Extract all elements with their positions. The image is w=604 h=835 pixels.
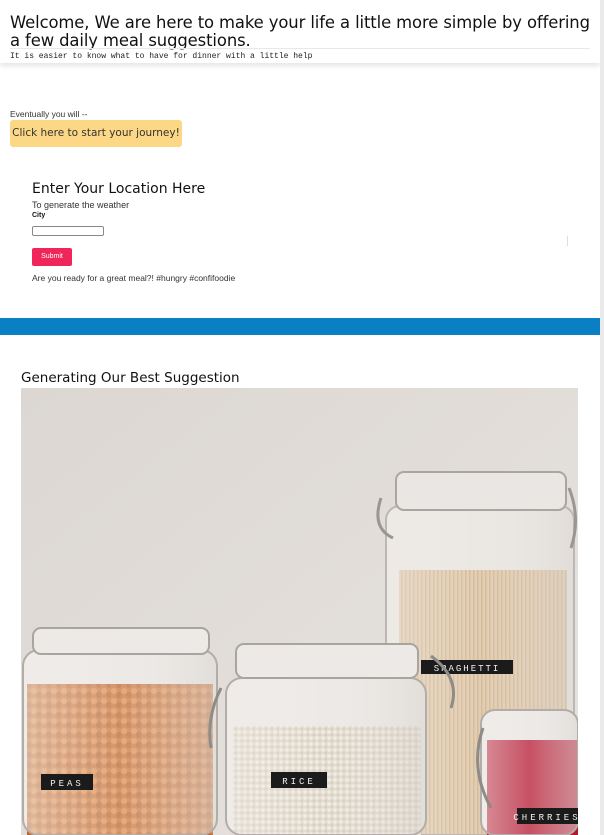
divider-mark	[567, 236, 568, 246]
section-band	[0, 318, 600, 335]
cherries-jar-icon: CHERRIES	[476, 709, 578, 835]
rice-jar-icon: RICE	[208, 643, 455, 835]
svg-text:CHERRIES: CHERRIES	[513, 813, 578, 823]
meal-tagline: Are you ready for a great meal?! #hungry…	[32, 273, 236, 283]
header-subtitle: It is easier to know what to have for di…	[10, 52, 313, 61]
city-label: City	[32, 212, 46, 219]
city-input[interactable]	[32, 226, 104, 236]
svg-text:RICE: RICE	[282, 777, 316, 787]
welcome-heading: Welcome, We are here to make your life a…	[10, 13, 590, 50]
start-journey-button[interactable]: Click here to start your journey!	[10, 120, 182, 147]
suggestion-heading: Generating Our Best Suggestion	[21, 370, 240, 386]
page-scroll-edge	[600, 0, 604, 835]
peas-jar-icon: PEAS	[22, 627, 218, 835]
header-divider	[10, 48, 590, 49]
pantry-jars-image: SPAGHETTI PEAS RICE CHERRIES	[21, 388, 578, 835]
page-header: Welcome, We are here to make your life a…	[0, 0, 600, 63]
journey-prompt: Eventually you will --	[10, 109, 88, 119]
submit-button[interactable]: Submit	[32, 248, 72, 266]
svg-text:PEAS: PEAS	[50, 779, 84, 789]
location-heading: Enter Your Location Here	[32, 181, 206, 197]
location-subtitle: To generate the weather	[32, 200, 130, 210]
